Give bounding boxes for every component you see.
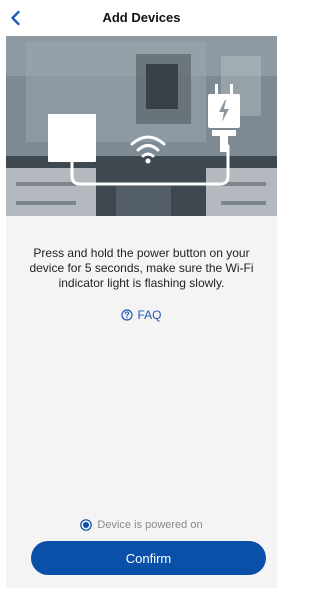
page-title: Add Devices: [102, 10, 181, 25]
powered-on-label: Device is powered on: [97, 519, 203, 531]
plug-device-icon: [48, 114, 96, 162]
powered-on-radio[interactable]: Device is powered on: [80, 519, 203, 531]
top-bar: Add Devices: [0, 0, 283, 36]
confirm-button[interactable]: Confirm: [31, 541, 266, 575]
hero-illustration: [6, 36, 277, 216]
wifi-icon: [130, 135, 166, 164]
power-adapter-icon: [208, 84, 240, 152]
instruction-text: Press and hold the power button on your …: [29, 246, 254, 290]
help-circle-icon: [121, 309, 134, 321]
faq-label: FAQ: [137, 308, 162, 322]
radio-checked-icon: [80, 519, 93, 531]
powered-on-option: Device is powered on: [0, 519, 283, 534]
faq-link[interactable]: FAQ: [0, 308, 283, 324]
